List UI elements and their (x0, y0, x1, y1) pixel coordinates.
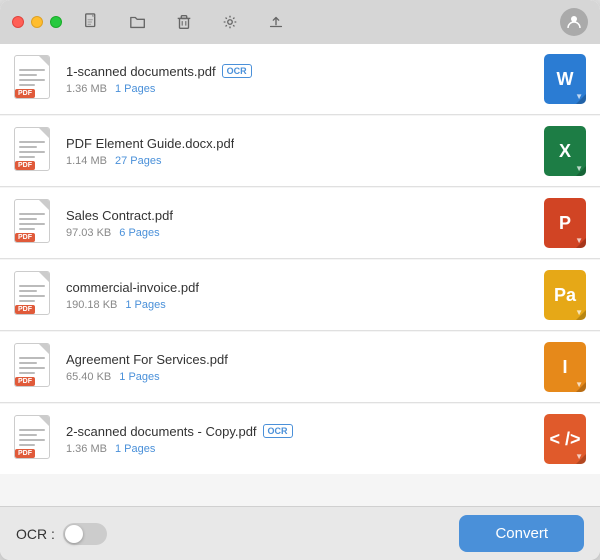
file-item: PDF Sales Contract.pdf 97.03 KB 6 Pages … (0, 188, 600, 259)
ocr-section: OCR : (16, 523, 107, 545)
pdf-icon: PDF (14, 415, 54, 463)
file-size: 1.14 MB (66, 155, 107, 167)
file-name-row: 1-scanned documents.pdf OCR (66, 64, 544, 79)
file-name-row: commercial-invoice.pdf (66, 280, 544, 295)
file-name-row: Agreement For Services.pdf (66, 352, 544, 367)
file-info: 1-scanned documents.pdf OCR 1.36 MB 1 Pag… (66, 64, 544, 95)
file-pages[interactable]: 1 Pages (115, 443, 155, 455)
file-pages[interactable]: 27 Pages (115, 155, 161, 167)
file-meta: 1.36 MB 1 Pages (66, 443, 544, 455)
file-meta: 190.18 KB 1 Pages (66, 299, 544, 311)
file-meta: 97.03 KB 6 Pages (66, 227, 544, 239)
pdf-icon: PDF (14, 343, 54, 391)
ocr-badge: OCR (263, 424, 293, 438)
output-icon-indesign[interactable]: I▼ (544, 342, 586, 392)
file-name: commercial-invoice.pdf (66, 280, 199, 295)
file-name-row: PDF Element Guide.docx.pdf (66, 136, 544, 151)
ocr-toggle[interactable] (63, 523, 107, 545)
output-icon-code[interactable]: < />▼ (544, 414, 586, 464)
file-meta: 1.14 MB 27 Pages (66, 155, 544, 167)
upload-button[interactable] (262, 8, 290, 36)
output-icon-excel[interactable]: X▼ (544, 126, 586, 176)
delete-button[interactable] (170, 8, 198, 36)
bottom-bar: OCR : Convert (0, 506, 600, 560)
close-button[interactable] (12, 16, 24, 28)
pdf-icon: PDF (14, 271, 54, 319)
file-info: Sales Contract.pdf 97.03 KB 6 Pages (66, 208, 544, 239)
file-item: PDF commercial-invoice.pdf 190.18 KB 1 P… (0, 260, 600, 331)
toolbar (78, 8, 588, 36)
file-info: 2-scanned documents - Copy.pdf OCR 1.36 M… (66, 424, 544, 455)
ocr-label: OCR : (16, 526, 55, 542)
file-pages[interactable]: 1 Pages (125, 299, 165, 311)
file-info: commercial-invoice.pdf 190.18 KB 1 Pages (66, 280, 544, 311)
file-pages[interactable]: 1 Pages (115, 83, 155, 95)
file-size: 190.18 KB (66, 299, 117, 311)
file-name: Sales Contract.pdf (66, 208, 173, 223)
file-size: 1.36 MB (66, 83, 107, 95)
file-info: Agreement For Services.pdf 65.40 KB 1 Pa… (66, 352, 544, 383)
convert-button[interactable]: Convert (459, 515, 584, 552)
file-name: Agreement For Services.pdf (66, 352, 228, 367)
new-file-button[interactable] (78, 8, 106, 36)
file-size: 1.36 MB (66, 443, 107, 455)
settings-button[interactable] (216, 8, 244, 36)
file-pages[interactable]: 1 Pages (119, 371, 159, 383)
file-name-row: 2-scanned documents - Copy.pdf OCR (66, 424, 544, 439)
traffic-lights (12, 16, 62, 28)
ocr-badge: OCR (222, 64, 252, 78)
file-meta: 1.36 MB 1 Pages (66, 83, 544, 95)
file-info: PDF Element Guide.docx.pdf 1.14 MB 27 Pa… (66, 136, 544, 167)
file-pages[interactable]: 6 Pages (119, 227, 159, 239)
open-folder-button[interactable] (124, 8, 152, 36)
file-item: PDF 2-scanned documents - Copy.pdf OCR 1.… (0, 404, 600, 474)
file-size: 65.40 KB (66, 371, 111, 383)
file-list: PDF 1-scanned documents.pdf OCR 1.36 MB 1… (0, 44, 600, 506)
file-meta: 65.40 KB 1 Pages (66, 371, 544, 383)
file-name-row: Sales Contract.pdf (66, 208, 544, 223)
pdf-icon: PDF (14, 55, 54, 103)
file-name: 2-scanned documents - Copy.pdf (66, 424, 257, 439)
pdf-icon: PDF (14, 127, 54, 175)
file-name: PDF Element Guide.docx.pdf (66, 136, 234, 151)
minimize-button[interactable] (31, 16, 43, 28)
main-window: PDF 1-scanned documents.pdf OCR 1.36 MB 1… (0, 0, 600, 560)
file-size: 97.03 KB (66, 227, 111, 239)
file-item: PDF PDF Element Guide.docx.pdf 1.14 MB 2… (0, 116, 600, 187)
output-icon-ppt[interactable]: P▼ (544, 198, 586, 248)
titlebar (0, 0, 600, 44)
file-item: PDF Agreement For Services.pdf 65.40 KB … (0, 332, 600, 403)
pdf-icon: PDF (14, 199, 54, 247)
toggle-knob (65, 525, 83, 543)
file-name: 1-scanned documents.pdf (66, 64, 216, 79)
maximize-button[interactable] (50, 16, 62, 28)
file-item: PDF 1-scanned documents.pdf OCR 1.36 MB 1… (0, 44, 600, 115)
profile-icon (560, 8, 588, 36)
output-icon-pa[interactable]: Pa▼ (544, 270, 586, 320)
output-icon-word[interactable]: W▼ (544, 54, 586, 104)
